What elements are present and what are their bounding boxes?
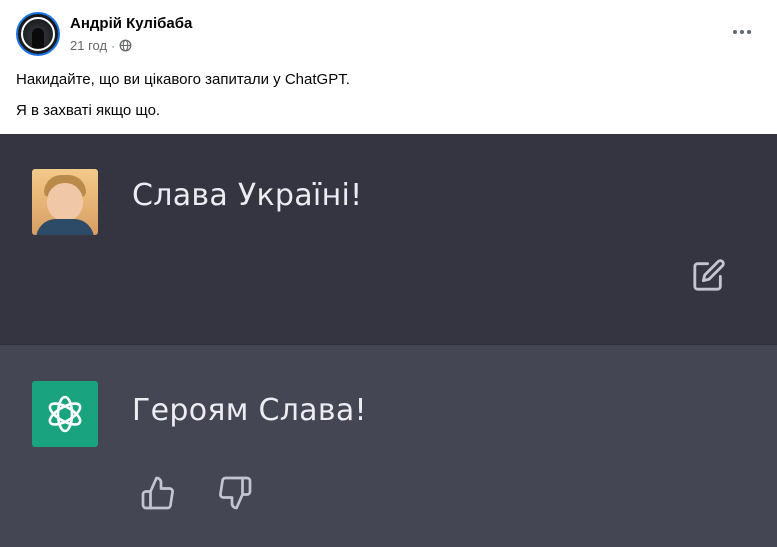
chatgpt-screenshot: Слава Україні! Героям Слава!: [0, 134, 777, 547]
chatgpt-logo-icon: [32, 381, 98, 447]
globe-icon[interactable]: [119, 39, 132, 52]
author-avatar[interactable]: [16, 12, 60, 56]
avatar-shirt: [36, 219, 94, 235]
facebook-post: Андрій Кулібаба 21 год · Накидайте, що в…: [0, 0, 777, 134]
edit-icon[interactable]: [692, 258, 726, 292]
more-dot: [747, 30, 751, 34]
post-meta: 21 год ·: [70, 38, 132, 53]
thumb-up-icon[interactable]: [140, 475, 176, 511]
avatar-figure: [32, 28, 44, 48]
user-avatar: [32, 169, 98, 235]
user-turn: Слава Україні!: [0, 134, 777, 344]
openai-knot-icon: [48, 395, 82, 433]
post-text-line-2: Я в захваті якщо що.: [16, 102, 161, 119]
assistant-turn: Героям Слава!: [0, 344, 777, 547]
more-dot: [740, 30, 744, 34]
avatar-face: [47, 183, 83, 221]
post-time[interactable]: 21 год: [70, 38, 107, 53]
assistant-message: Героям Слава!: [132, 393, 367, 428]
thumb-down-icon[interactable]: [217, 475, 253, 511]
author-name[interactable]: Андрій Кулібаба: [70, 15, 192, 32]
user-message: Слава Україні!: [132, 178, 363, 213]
more-options-icon[interactable]: [727, 22, 757, 42]
post-text-line-1: Накидайте, що ви цікавого запитали у Cha…: [16, 71, 350, 88]
more-dot: [733, 30, 737, 34]
meta-separator: ·: [111, 38, 116, 53]
